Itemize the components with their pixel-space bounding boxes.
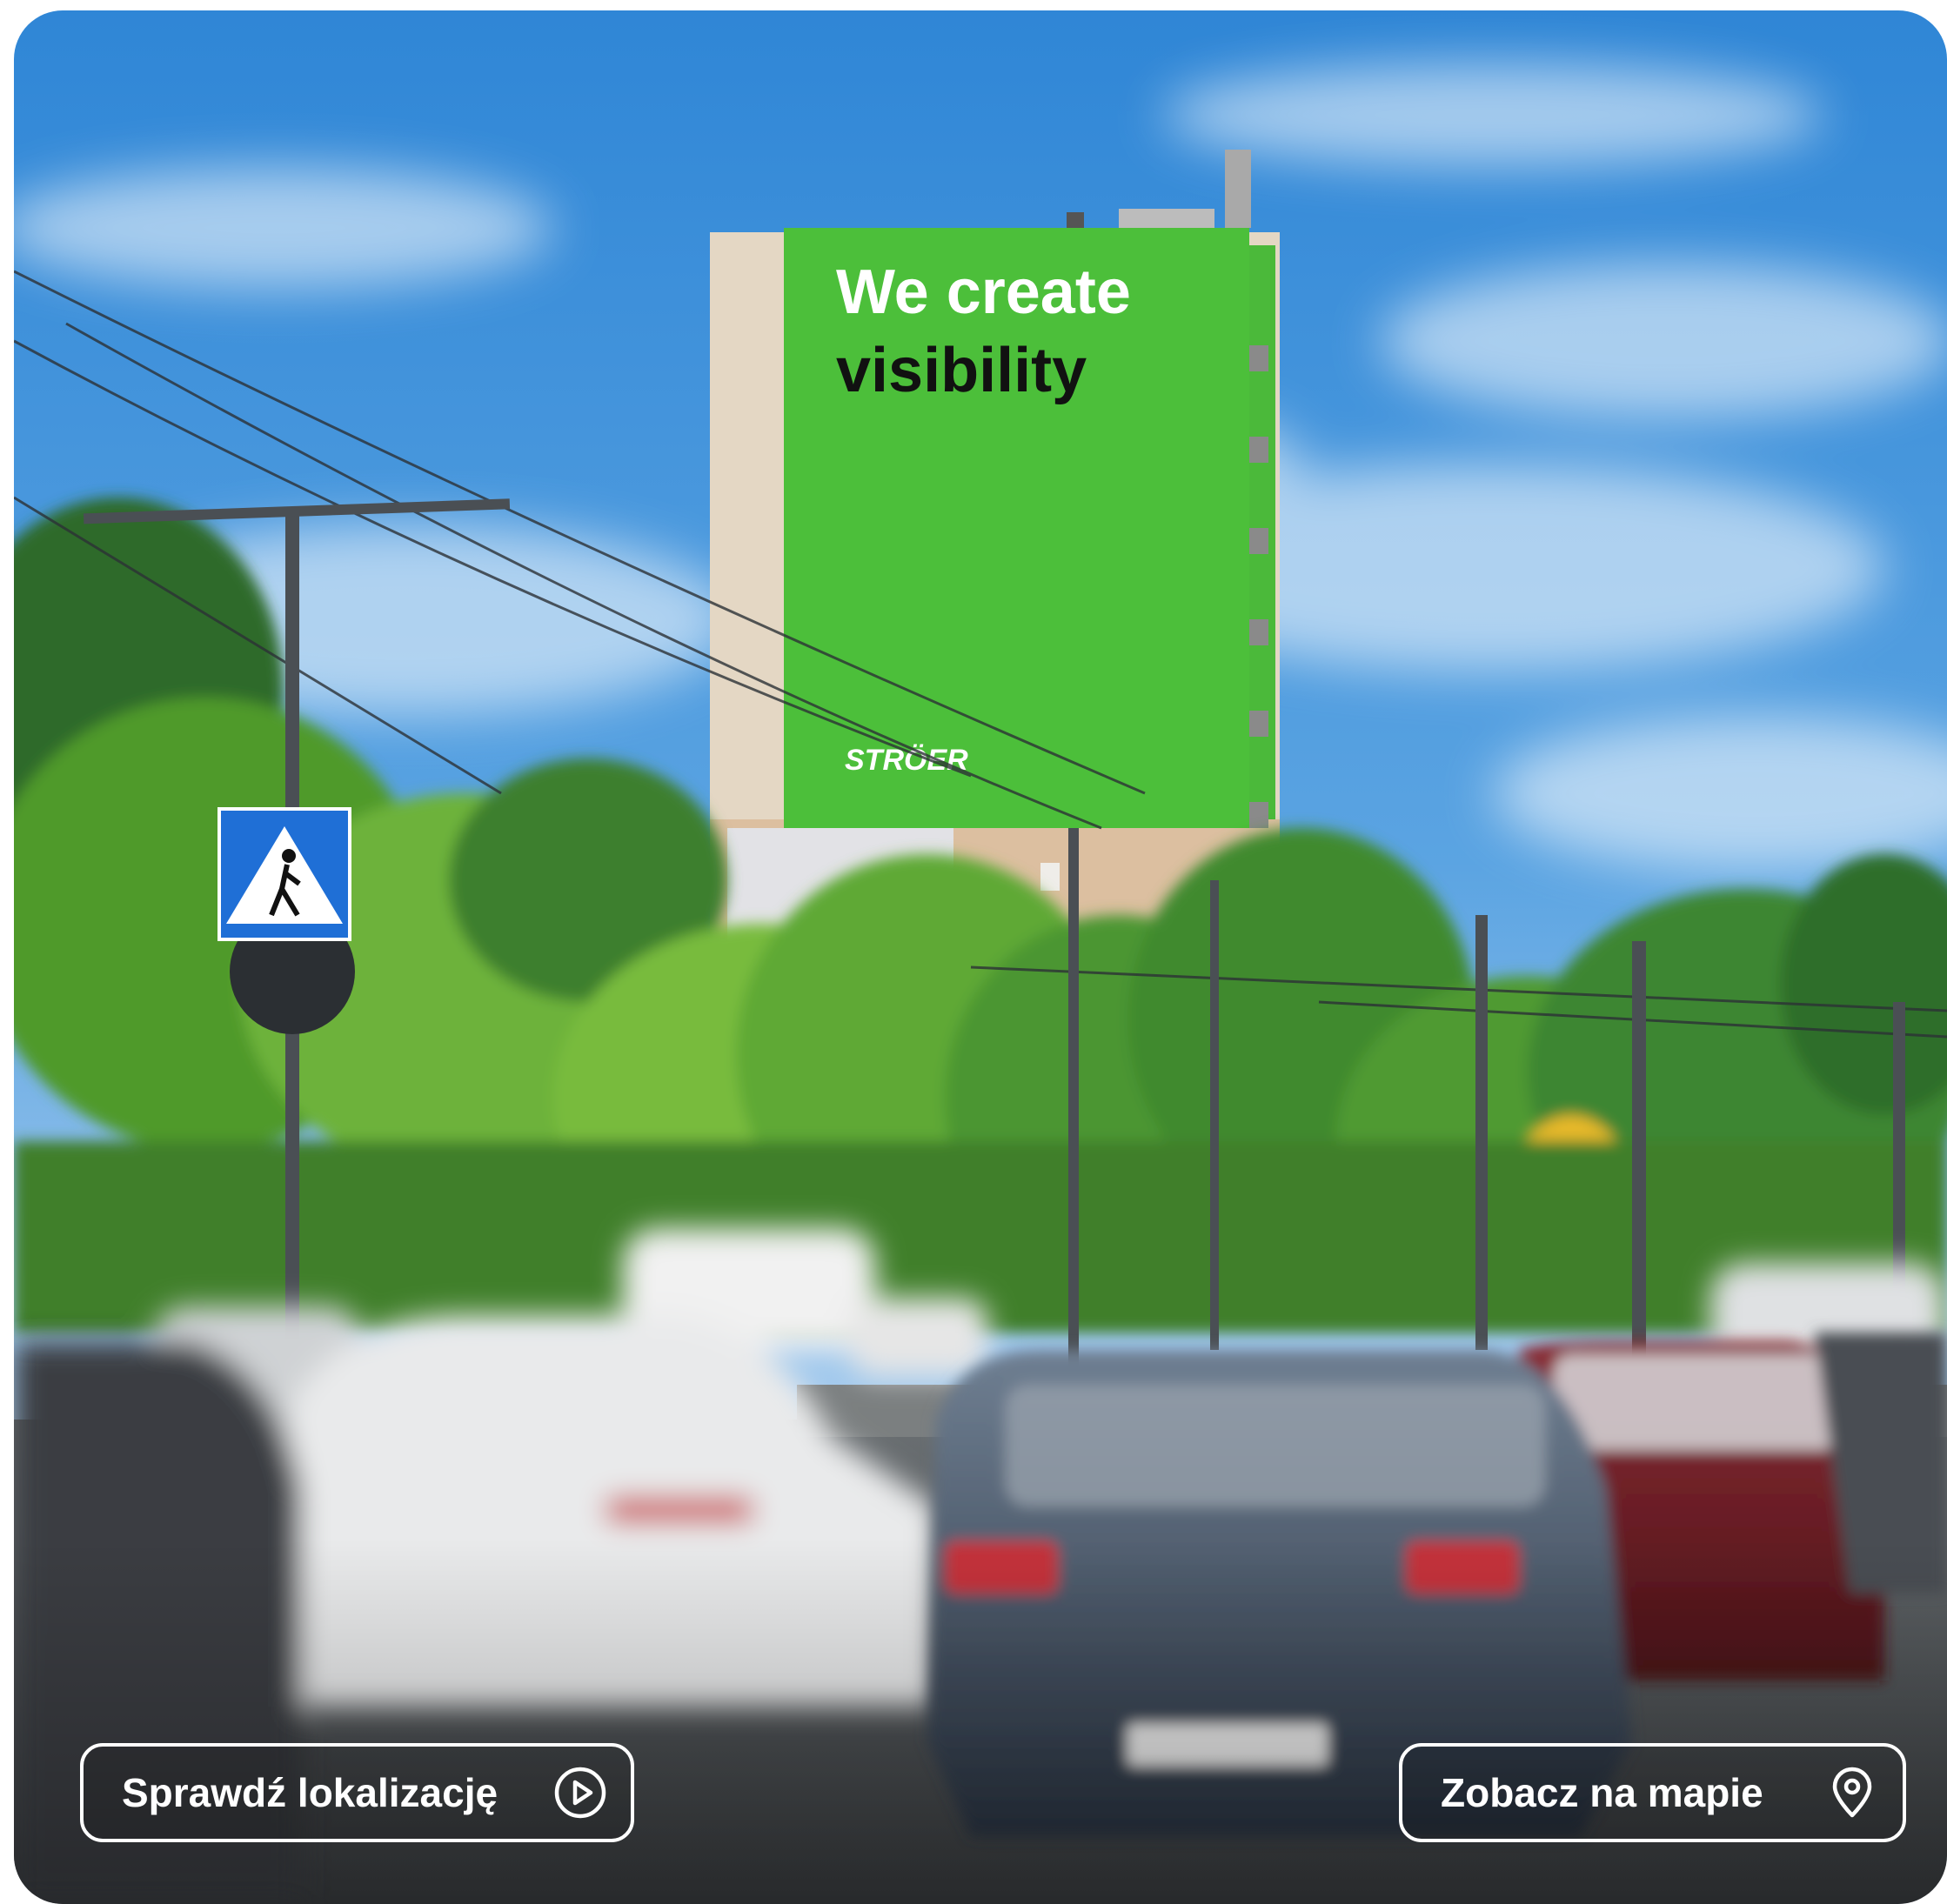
view-on-map-button[interactable]: Zobacz na mapie xyxy=(1399,1743,1906,1842)
play-circle-icon xyxy=(554,1767,606,1819)
billboard-photo: We create visibility STRÖER xyxy=(14,10,1947,1904)
view-on-map-label: Zobacz na mapie xyxy=(1441,1770,1763,1815)
map-pin-icon xyxy=(1832,1767,1872,1818)
billboard-headline-line1: We create xyxy=(836,257,1131,327)
billboard-headline-line2: visibility xyxy=(836,336,1087,405)
location-card: We create visibility STRÖER Sprawdź loka… xyxy=(14,10,1947,1904)
check-location-label: Sprawdź lokalizację xyxy=(122,1770,498,1815)
pedestrian-crossing-sign xyxy=(217,807,355,1034)
check-location-button[interactable]: Sprawdź lokalizację xyxy=(80,1743,634,1842)
billboard-brand-logo: STRÖER xyxy=(845,744,968,777)
